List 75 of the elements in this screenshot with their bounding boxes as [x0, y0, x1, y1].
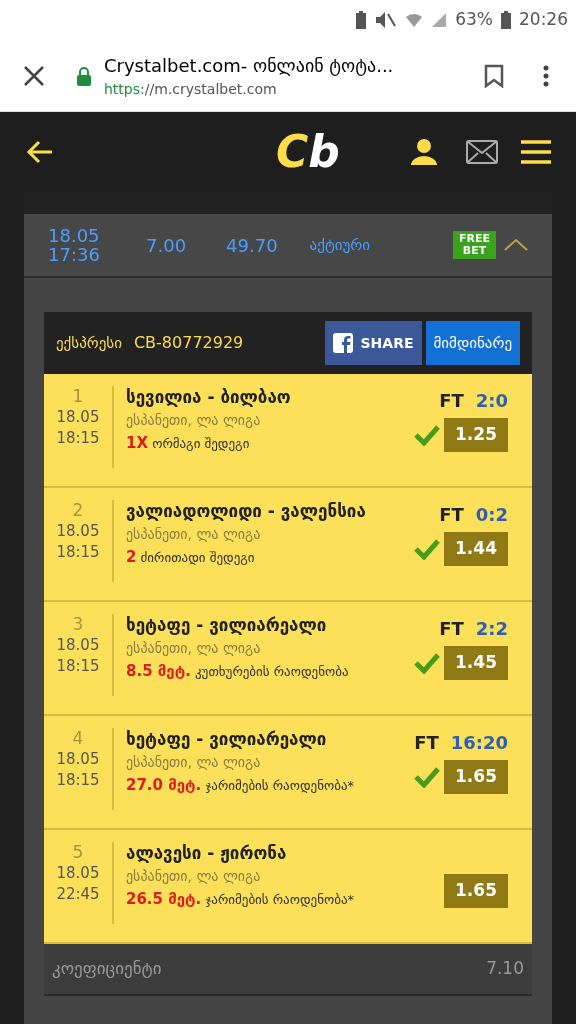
event-number: 5 [72, 842, 84, 863]
signal-icon [431, 12, 448, 28]
more-icon [543, 64, 549, 87]
event-time: 18:15 [56, 770, 100, 791]
ticket-code: CB-80772929 [133, 332, 244, 354]
match-status: FT [439, 616, 464, 641]
payout: 49.70 [226, 233, 278, 258]
bookmark-icon [484, 63, 504, 88]
summary-value: 7.10 [486, 957, 524, 981]
url: https://m.crystalbet.com [104, 79, 278, 99]
mail-icon [466, 140, 498, 164]
battery-icon [501, 11, 511, 29]
league: ესპანეთი, ლა ლიგა [126, 753, 262, 772]
back-arrow-icon [26, 140, 54, 164]
free-bet-badge: FREE BET [453, 231, 496, 259]
match-status: FT [414, 730, 439, 755]
match-status: FT [439, 388, 464, 413]
account-button[interactable] [408, 136, 440, 168]
event-time: 18:15 [56, 656, 100, 677]
bet-selection: 2 ძირითადი შედეგი [126, 547, 256, 568]
match-status: FT [439, 502, 464, 527]
match-name: ალავესი - ჟირონა [126, 842, 288, 865]
bet-selection: 8.5 მეტ. კუთხურების რაოდენობა [126, 661, 350, 682]
score: 16:20 [450, 730, 508, 755]
event-date: 18.05 [56, 407, 100, 428]
clock: 20:26 [519, 8, 568, 32]
menu-icon [521, 140, 551, 164]
close-icon [23, 64, 45, 87]
stake: 7.00 [146, 233, 187, 258]
score: 2:0 [475, 388, 508, 413]
wifi-icon [405, 12, 424, 28]
ticket-type: ექსპრესი [56, 332, 122, 354]
bet-date: 18.05 [48, 226, 101, 245]
page-title: Crystalbet.com- ონლაინ ტოტა... [104, 53, 395, 78]
event-date: 18.05 [56, 521, 100, 542]
odds: 1.44 [444, 532, 508, 566]
match-name: სევილია - ბილბაო [126, 386, 292, 409]
event-date: 18.05 [56, 863, 100, 884]
summary-label: კოეფიციენტი [52, 957, 162, 981]
odds: 1.45 [444, 646, 508, 680]
user-icon [410, 138, 438, 166]
score: 0:2 [475, 502, 508, 527]
event-date: 18.05 [56, 635, 100, 656]
score: 2:2 [475, 616, 508, 641]
event-time: 18:15 [56, 428, 100, 449]
chevron-icon [504, 238, 528, 252]
battery-percent: 63% [455, 8, 493, 32]
mute-icon [375, 11, 398, 29]
bet-selection: 1X ორმაგი შედეგი [126, 433, 251, 454]
bet-time: 17:36 [48, 245, 101, 264]
event-number: 2 [72, 500, 84, 521]
odds: 1.25 [444, 418, 508, 452]
event-date: 18.05 [56, 749, 100, 770]
odds: 1.65 [444, 874, 508, 908]
odds: 1.65 [444, 760, 508, 794]
share-button[interactable]: SHARE [324, 321, 422, 365]
match-name: ვალიადოლიდი - ვალენსია [126, 500, 367, 523]
league: ესპანეთი, ლა ლიგა [126, 525, 262, 544]
bet-status: აქტიური [309, 234, 371, 256]
current-button[interactable]: მიმდინარე [425, 321, 520, 365]
facebook-icon [332, 333, 353, 353]
event-number: 1 [72, 386, 84, 407]
event-number: 4 [72, 728, 84, 749]
lock-icon [76, 65, 92, 86]
league: ესპანეთი, ლა ლიგა [126, 867, 262, 886]
event-number: 3 [72, 614, 84, 635]
battery-saver-icon [355, 11, 368, 29]
bet-selection: 27.0 მეტ. ჯარიმების რაოდენობა* [126, 775, 356, 796]
event-time: 18:15 [56, 542, 100, 563]
league: ესპანეთი, ლა ლიგა [126, 411, 262, 430]
logo[interactable]: Cb [276, 130, 340, 174]
match-name: ხეტაფე - ვილიარეალი [126, 614, 328, 637]
event-time: 22:45 [56, 884, 100, 905]
league: ესპანეთი, ლა ლიგა [126, 639, 262, 658]
bet-selection: 26.5 მეტ. ჯარიმების რაოდენობა* [126, 889, 356, 910]
